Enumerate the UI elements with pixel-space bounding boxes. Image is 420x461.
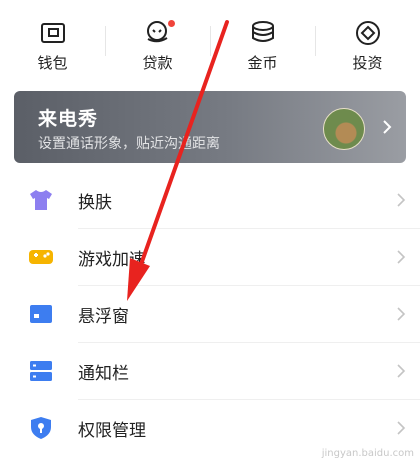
list-item-label: 悬浮窗 [78,307,129,327]
shield-icon [31,417,51,439]
loan-label: 贷款 [142,54,173,72]
notification-bar-icon [30,361,52,381]
list-item-floating-window[interactable]: 悬浮窗 [0,286,420,343]
floating-window-icon [30,305,52,323]
list-item-label: 通知栏 [78,364,129,384]
invest-shortcut[interactable]: 投资 [315,0,420,78]
chevron-right-icon [397,421,406,435]
coin-shortcut[interactable]: 金币 [210,0,315,78]
wallet-shortcut[interactable]: 钱包 [0,0,105,78]
loan-shortcut[interactable]: 贷款 [105,0,210,78]
list-item-skin[interactable]: 换肤 [0,172,420,229]
avatar [323,108,365,150]
invest-icon [355,21,380,45]
banner-subtitle: 设置通话形象，贴近沟通距离 [38,136,220,152]
list-item-game-boost[interactable]: 游戏加速 [0,229,420,286]
list-item-label: 游戏加速 [78,250,146,270]
chevron-right-icon [397,250,406,264]
wallet-icon [40,23,65,43]
coin-stack-icon [251,21,274,42]
tshirt-icon [30,190,52,210]
wallet-label: 钱包 [37,54,68,72]
chevron-right-icon [397,307,406,321]
invest-label: 投资 [352,54,383,72]
loan-badge-dot [168,20,175,27]
list-item-notification-bar[interactable]: 通知栏 [0,343,420,400]
chevron-right-icon [383,120,392,134]
caller-show-banner[interactable]: 来电秀 设置通话形象，贴近沟通距离 [14,91,406,163]
settings-list: 换肤 游戏加速 悬浮窗 通知栏 权限管理 [0,172,420,457]
chevron-right-icon [397,364,406,378]
chevron-right-icon [397,193,406,207]
loan-icon [146,21,168,43]
gamepad-icon [29,250,53,264]
top-shortcuts: 钱包 贷款 金币 投资 [0,0,420,78]
watermark: jingyan.baidu.com [321,448,414,459]
coin-label: 金币 [247,54,278,72]
settings-page: 钱包 贷款 金币 投资 来电秀 设置通话形象，贴近沟通距离 换肤 游戏加速 悬浮… [0,0,420,461]
list-item-label: 换肤 [78,193,112,213]
banner-title: 来电秀 [38,108,99,130]
list-item-label: 权限管理 [78,421,146,441]
